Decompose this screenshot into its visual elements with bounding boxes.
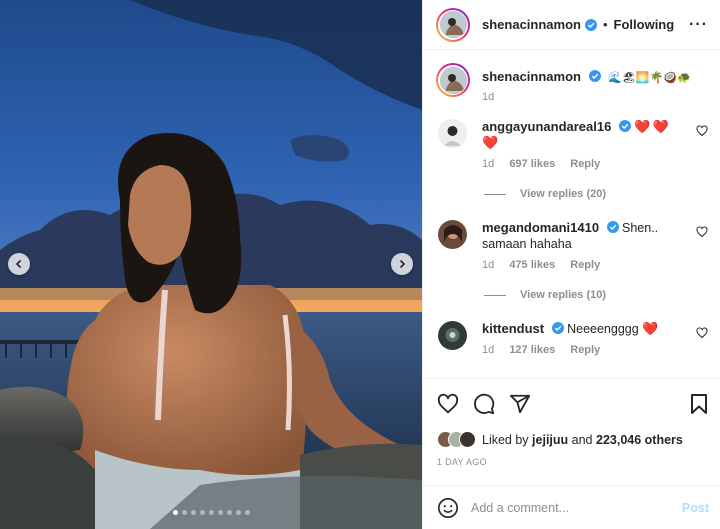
comment-item: kittendust Neeeengggg ❤️ 1d 127 likes Re…: [436, 321, 708, 356]
comment-time: 1d: [482, 259, 495, 271]
post-photo: [0, 0, 422, 529]
comment-time: 1d: [482, 344, 495, 356]
heart-icon: [437, 393, 459, 414]
commenter-avatar[interactable]: [438, 220, 467, 249]
post-date: 1 DAY AGO: [437, 457, 487, 467]
comment-item: anggayunandareal16 ❤️❤️❤️ 1d 697 likes R…: [436, 119, 708, 170]
emoji-icon[interactable]: [437, 497, 459, 519]
share-button[interactable]: [509, 393, 531, 415]
slide-dot: [235, 510, 241, 515]
comment-emoji: ❤️: [642, 321, 661, 336]
instagram-post-modal: shenacinnamon • Following ··· shenacinna…: [0, 0, 720, 529]
header-separator: •: [602, 17, 608, 32]
comment-time: 1d: [482, 158, 495, 170]
comment-likes[interactable]: 127 likes: [509, 344, 555, 356]
verified-icon: [551, 322, 564, 334]
post-actions: Liked by jejijuu and 223,046 others 1 DA…: [423, 378, 720, 467]
following-button[interactable]: Following: [614, 17, 675, 32]
previous-slide-button[interactable]: [8, 253, 30, 275]
verified-icon: [606, 221, 619, 233]
chevron-left-icon: [15, 259, 22, 269]
comments-list[interactable]: shenacinnamon 🌊🏖🌅🌴🥥🐢 1d anggayunandareal…: [423, 51, 720, 378]
chevron-right-icon: [399, 259, 406, 269]
commenter-username[interactable]: megandomani1410: [482, 220, 599, 235]
liker-avatars: [437, 431, 476, 448]
slide-dot: [217, 510, 223, 515]
commenter-avatar[interactable]: [438, 321, 467, 350]
liker-username[interactable]: jejijuu: [532, 433, 568, 447]
slide-dot: [208, 510, 214, 515]
author-avatar[interactable]: [436, 7, 470, 42]
comment-meta: 1d 475 likes Reply: [482, 259, 682, 271]
bookmark-icon: [691, 394, 707, 414]
verified-icon: [588, 70, 601, 82]
reply-button[interactable]: Reply: [570, 259, 600, 271]
post-comment-button[interactable]: Post: [682, 501, 709, 515]
slide-dot: [244, 510, 250, 515]
comment-input[interactable]: [471, 500, 682, 515]
reply-button[interactable]: Reply: [570, 344, 600, 356]
likes-count[interactable]: 223,046 others: [596, 433, 683, 447]
save-button[interactable]: [689, 393, 709, 415]
likes-summary[interactable]: Liked by jejijuu and 223,046 others: [437, 431, 709, 448]
add-comment-bar: Post: [423, 485, 720, 529]
verified-icon: [618, 120, 631, 132]
likes-conjunction: and: [571, 432, 593, 447]
reply-button[interactable]: Reply: [570, 158, 600, 170]
slide-dot: [199, 510, 205, 515]
caption-avatar[interactable]: [436, 63, 470, 97]
comment-text: Neeeengggg: [567, 322, 639, 336]
comment-meta: 1d 127 likes Reply: [482, 344, 682, 356]
caption-time: 1d: [482, 91, 495, 103]
next-slide-button[interactable]: [391, 253, 413, 275]
post-media[interactable]: [0, 0, 422, 529]
heart-icon[interactable]: [696, 226, 708, 238]
slide-indicator: [0, 510, 422, 515]
comment-likes[interactable]: 475 likes: [509, 259, 555, 271]
comment-button[interactable]: [473, 393, 495, 415]
comment-meta: 1d 697 likes Reply: [482, 158, 682, 170]
more-options-icon[interactable]: ···: [689, 16, 708, 34]
post-details-panel: shenacinnamon • Following ··· shenacinna…: [422, 0, 720, 529]
post-caption: shenacinnamon 🌊🏖🌅🌴🥥🐢 1d: [436, 63, 708, 103]
commenter-avatar[interactable]: [438, 119, 467, 148]
caption-username[interactable]: shenacinnamon: [482, 69, 581, 84]
caption-text: 🌊🏖🌅🌴🥥🐢: [608, 72, 691, 84]
heart-icon[interactable]: [696, 327, 708, 339]
share-icon: [509, 394, 531, 414]
author-username[interactable]: shenacinnamon: [482, 17, 581, 32]
comment-icon: [474, 393, 495, 415]
slide-dot: [190, 510, 196, 515]
slide-dot: [181, 510, 187, 515]
heart-icon[interactable]: [696, 125, 708, 137]
likes-prefix: Liked by: [482, 432, 529, 447]
commenter-username[interactable]: anggayunandareal16: [482, 119, 611, 134]
post-header: shenacinnamon • Following ···: [423, 0, 720, 50]
commenter-username[interactable]: kittendust: [482, 321, 544, 336]
view-replies-button[interactable]: View replies (10): [484, 289, 708, 301]
view-replies-button[interactable]: View replies (20): [484, 188, 708, 200]
comment-likes[interactable]: 697 likes: [509, 158, 555, 170]
like-button[interactable]: [437, 393, 459, 415]
slide-dot: [226, 510, 232, 515]
comment-item: megandomani1410 Shen.. samaan hahaha 1d …: [436, 220, 708, 271]
slide-dot: [172, 510, 178, 515]
verified-icon: [584, 18, 597, 31]
